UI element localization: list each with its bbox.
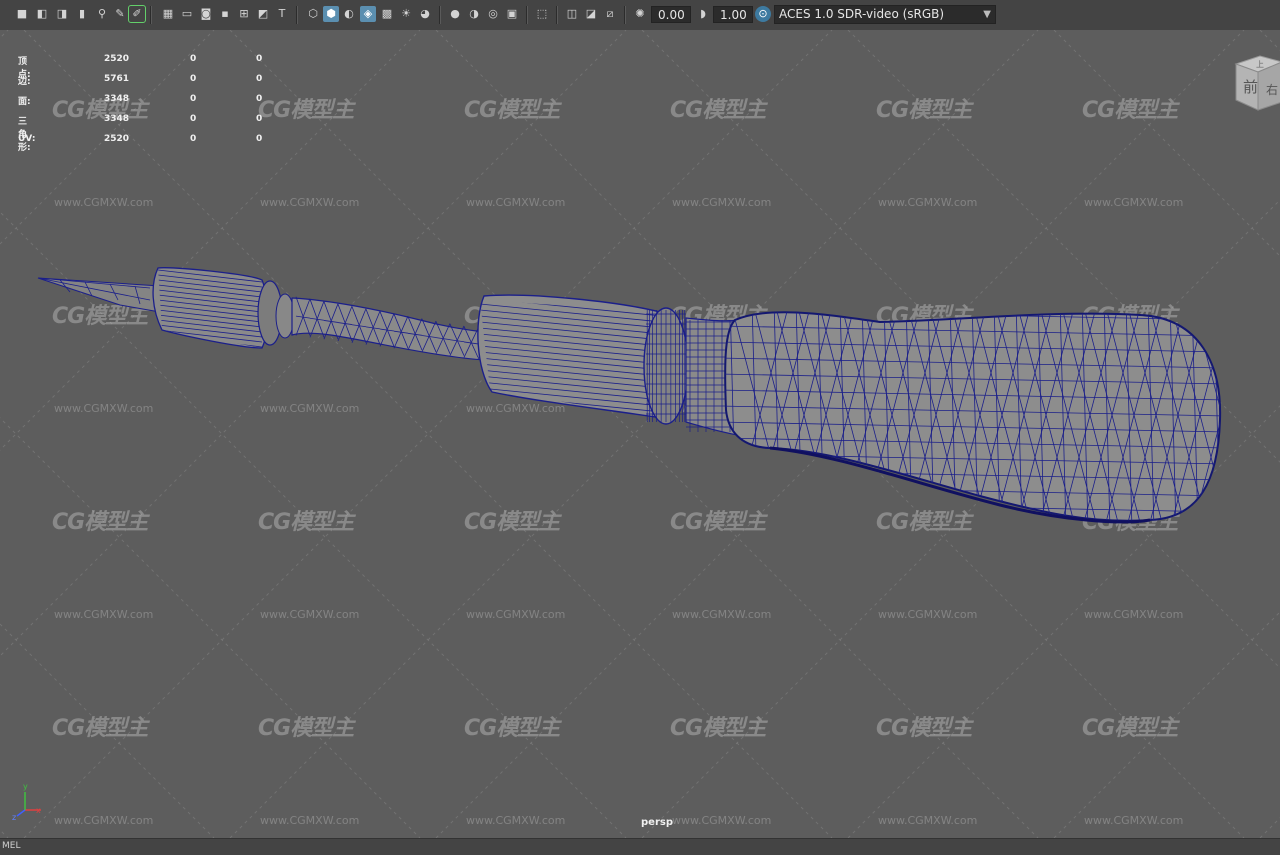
hud-value: 0	[190, 74, 197, 84]
view-cube-front-label[interactable]: 前	[1243, 78, 1258, 96]
exposure-field[interactable]: 0.00	[651, 6, 691, 23]
hud-value: 2520	[104, 54, 130, 64]
view-cube-right-label[interactable]: 右	[1266, 82, 1278, 97]
xray-icon[interactable]: ◫	[564, 6, 580, 22]
hud-value: 5761	[104, 74, 130, 84]
xray-joints-icon[interactable]: ◪	[583, 6, 599, 22]
hud-value: 2520	[104, 134, 130, 144]
wireframe-on-shaded-icon[interactable]: ◐	[341, 6, 357, 22]
hud-value: 0	[190, 54, 197, 64]
smooth-shade-icon[interactable]: ⬢	[323, 6, 339, 22]
exposure-icon[interactable]: ✺	[632, 6, 648, 22]
hud-value: 0	[190, 134, 197, 144]
camera-name-label: persp	[641, 817, 673, 828]
hud-label: UV:	[18, 134, 36, 144]
depth-of-field-icon[interactable]: ▣	[504, 6, 520, 22]
y-axis-label: y	[23, 782, 28, 791]
ambient-occlusion-icon[interactable]: ●	[447, 6, 463, 22]
x-axis-label: x	[36, 806, 41, 815]
hud-label: 边:	[18, 77, 31, 87]
film-gate-icon[interactable]: ▭	[179, 6, 195, 22]
screwdriver-mesh[interactable]	[37, 267, 1274, 530]
z-axis	[16, 809, 26, 817]
wireframe-icon[interactable]: ⬡	[305, 6, 321, 22]
antialiasing-icon[interactable]: ◎	[485, 6, 501, 22]
hud-value: 3348	[104, 114, 130, 124]
hud-value: 0	[256, 74, 263, 84]
safe-title-icon[interactable]: T	[274, 6, 290, 22]
pencil-icon[interactable]: ✎	[112, 6, 128, 22]
isolate-select-icon[interactable]: ⬚	[534, 6, 550, 22]
textured-icon[interactable]: ▩	[379, 6, 395, 22]
resolution-gate-icon[interactable]: ◙	[198, 6, 214, 22]
use-lights-icon[interactable]: ☀	[398, 6, 414, 22]
color-space-dropdown[interactable]: ACES 1.0 SDR-video (sRGB) ▼	[774, 5, 996, 24]
gate-mask-icon[interactable]: ▪	[217, 6, 233, 22]
perspective-viewport[interactable]: CG模型主 CG模型主 CG模型主 CG模型主 www.CGMXW.com www.CGM…	[0, 30, 1280, 838]
hud-value: 0	[256, 134, 263, 144]
gamma-icon[interactable]: ◗	[695, 6, 711, 22]
safe-action-icon[interactable]: ◩	[255, 6, 271, 22]
colorspace-icon[interactable]: ⊙	[755, 6, 771, 22]
default-material-icon[interactable]: ◈	[360, 6, 376, 22]
command-line-label: MEL	[2, 841, 21, 851]
grease-pencil-icon[interactable]: ✐	[128, 5, 146, 23]
command-line[interactable]: MEL	[0, 838, 1280, 855]
hud-value: 3348	[104, 94, 130, 104]
field-chart-icon[interactable]: ⊞	[236, 6, 252, 22]
camera-attributes-icon[interactable]: ◧	[34, 6, 50, 22]
bookmark-icon[interactable]: ◨	[54, 6, 70, 22]
hud-value: 0	[190, 114, 197, 124]
hud-value: 0	[190, 94, 197, 104]
z-axis-label: z	[12, 813, 16, 822]
xray-components-icon[interactable]: ⧄	[602, 6, 618, 22]
pivot-icon[interactable]: ⚲	[94, 6, 110, 22]
hud-value: 0	[256, 114, 263, 124]
hud-label: 面:	[18, 97, 31, 107]
grid-icon[interactable]: ▦	[160, 6, 176, 22]
view-cube-top-label[interactable]: 上	[1256, 60, 1264, 69]
hud-value: 0	[256, 54, 263, 64]
viewport-toolbar: ■ ◧ ◨ ▮ ⚲ ✎ ✐ ▦ ▭ ◙ ▪ ⊞ ◩ T ⬡ ⬢ ◐ ◈ ▩ ☀ …	[0, 0, 1280, 31]
hud-value: 0	[256, 94, 263, 104]
camera-icon[interactable]: ■	[14, 6, 30, 22]
color-space-value: ACES 1.0 SDR-video (sRGB)	[779, 7, 945, 21]
image-plane-icon[interactable]: ▮	[74, 6, 90, 22]
gamma-field[interactable]: 1.00	[713, 6, 753, 23]
motion-blur-icon[interactable]: ◑	[466, 6, 482, 22]
shadows-icon[interactable]: ◕	[417, 6, 433, 22]
maya-window: ■ ◧ ◨ ▮ ⚲ ✎ ✐ ▦ ▭ ◙ ▪ ⊞ ◩ T ⬡ ⬢ ◐ ◈ ▩ ☀ …	[0, 0, 1280, 855]
chevron-down-icon: ▼	[983, 9, 991, 20]
scene-canvas[interactable]: x y z	[0, 30, 1280, 838]
view-cube[interactable]: 前 右 上	[1230, 52, 1280, 122]
